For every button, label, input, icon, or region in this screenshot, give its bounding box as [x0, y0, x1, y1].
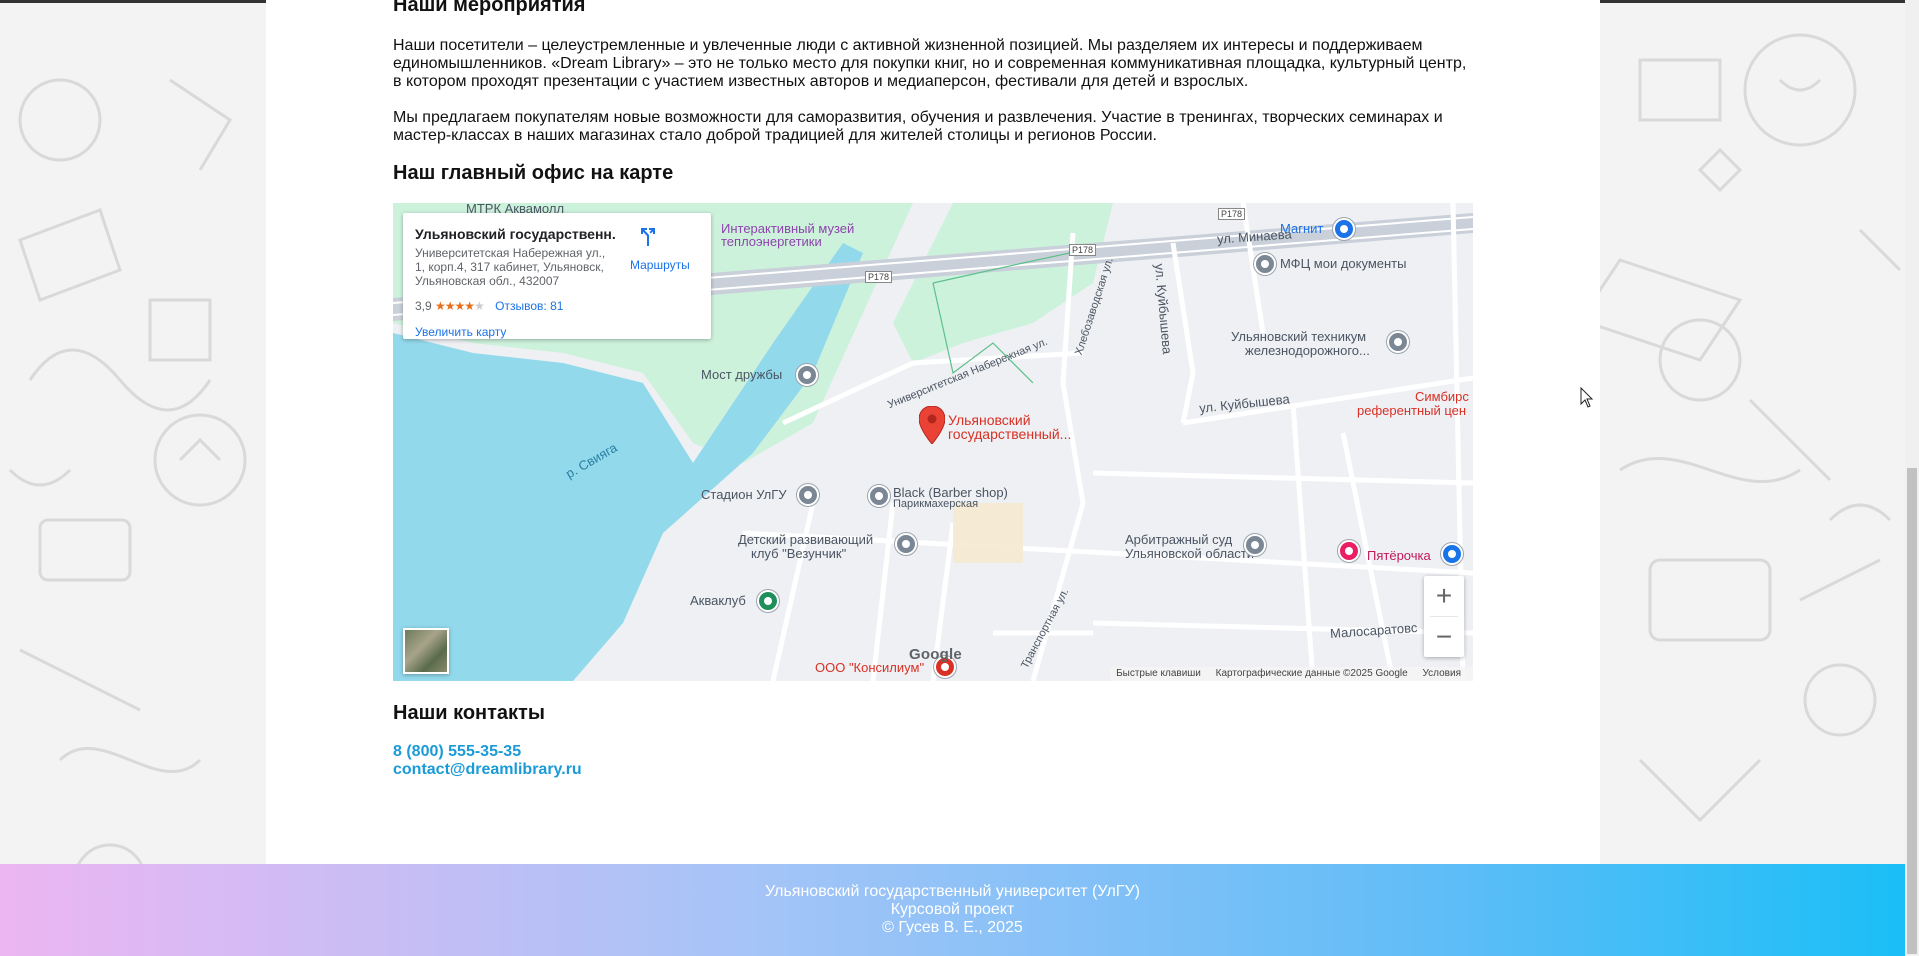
- label-mfc: МФЦ мои документы: [1280, 256, 1407, 271]
- label-kids-2: клуб "Везунчик": [751, 546, 847, 561]
- poi-kids-icon[interactable]: [895, 533, 917, 555]
- rating-value: 3,9: [415, 299, 432, 313]
- place-address-line-3: Ульяновская обл., 432007: [415, 274, 560, 288]
- zoom-controls: + −: [1424, 576, 1464, 657]
- google-logo: Google: [909, 646, 962, 663]
- google-map[interactable]: МТРК Аквамолл Интерактивный музей теплоэ…: [393, 203, 1473, 681]
- terms-link[interactable]: Условия: [1422, 668, 1461, 679]
- office-heading: Наш главный офис на карте: [393, 162, 674, 184]
- map-data-attribution: Картографические данные ©2025 Google: [1215, 668, 1408, 679]
- poi-barber-icon[interactable]: [868, 485, 890, 507]
- directions-link[interactable]: Маршруты: [630, 258, 690, 272]
- marker-label-2: государственный...: [948, 426, 1072, 442]
- poi-stadium-icon[interactable]: [797, 484, 819, 506]
- poi-arbitr-icon[interactable]: [1244, 534, 1266, 556]
- label-arbitr-1: Арбитражный суд: [1125, 532, 1233, 547]
- poi-magnit-icon[interactable]: [1333, 218, 1355, 240]
- enlarge-map-link[interactable]: Увеличить карту: [415, 325, 506, 339]
- label-simbirsk-1: Симбирс: [1415, 389, 1469, 404]
- footer-university: Ульяновский государственный университет …: [765, 883, 1140, 900]
- phone-link[interactable]: 8 (800) 555-35-35: [393, 743, 582, 761]
- page-scrollbar[interactable]: [1905, 0, 1919, 956]
- label-r178-b: P178: [1069, 244, 1097, 256]
- label-stadium: Стадион УлГУ: [701, 487, 787, 502]
- poi-most-icon[interactable]: [796, 364, 818, 386]
- poi-akvaklub-icon[interactable]: [757, 590, 779, 612]
- satellite-toggle-button[interactable]: [403, 628, 449, 674]
- label-akvaklub: Акваклуб: [690, 593, 746, 608]
- place-address-line-1: Университетская Набережная ул.,: [415, 246, 606, 260]
- label-tech-1: Ульяновский техникум: [1231, 329, 1367, 344]
- poi-mfc-icon[interactable]: [1254, 253, 1276, 275]
- zoom-out-button[interactable]: −: [1424, 617, 1464, 657]
- poi-pyaterochka-icon[interactable]: [1338, 540, 1360, 562]
- footer-copyright: © Гусев В. Е., 2025: [882, 919, 1023, 936]
- label-magnit: Магнит: [1280, 221, 1324, 236]
- map-footer: Быстрые клавиши Картографические данные …: [1110, 667, 1473, 681]
- label-kids-1: Детский развивающий: [738, 532, 874, 547]
- events-paragraph-2-line-2: мастер-классах в наших магазинах стало д…: [393, 127, 1157, 144]
- label-r178-c: P178: [1218, 208, 1246, 220]
- events-heading: Наши мероприятия: [393, 0, 586, 16]
- contacts-heading: Наши контакты: [393, 702, 545, 724]
- mouse-cursor-icon: [1580, 387, 1594, 408]
- label-konsilium: ООО "Консилиум": [815, 660, 925, 675]
- poi-tech-icon[interactable]: [1387, 331, 1409, 353]
- footer-project: Курсовой проект: [890, 901, 1015, 918]
- page-footer: Ульяновский государственный университет …: [0, 864, 1905, 956]
- events-paragraph-2-line-1: Мы предлагаем покупателям новые возможно…: [393, 109, 1443, 126]
- zoom-in-button[interactable]: +: [1424, 576, 1464, 616]
- label-arbitr-2: Ульяновской области: [1125, 546, 1255, 561]
- label-r178-a: P178: [865, 271, 893, 283]
- shortcuts-link[interactable]: Быстрые клавиши: [1116, 668, 1201, 679]
- events-paragraph-1-line-2: единомышленников. «Dream Library» – это …: [393, 55, 1467, 72]
- label-barber-2: Парикмахерская: [893, 498, 979, 510]
- label-most: Мост дружбы: [701, 367, 783, 382]
- email-link[interactable]: contact@dreamlibrary.ru: [393, 761, 582, 779]
- scrollbar-thumb[interactable]: [1907, 468, 1917, 954]
- events-paragraph-1-line-3: в котором проходят презентации с участие…: [393, 73, 1249, 90]
- label-pyaterochka: Пятёрочка: [1367, 548, 1431, 563]
- label-museum-2: теплоэнергетики: [721, 234, 822, 249]
- place-title: Ульяновский государственн...: [415, 226, 615, 242]
- location-marker-icon[interactable]: [919, 406, 945, 444]
- poi-lock-icon[interactable]: [1441, 543, 1463, 565]
- rating-stars-icon: ★★★★★: [435, 299, 485, 313]
- events-paragraph-1-line-1: Наши посетители – целеустремленные и увл…: [393, 37, 1423, 54]
- place-rating: 3,9 ★★★★★ Отзывов: 81: [415, 299, 563, 313]
- directions-icon[interactable]: [636, 225, 660, 249]
- place-address-line-2: 1, корп.4, 317 кабинет, Ульяновск,: [415, 260, 604, 274]
- place-info-card: Ульяновский государственн... Университет…: [403, 213, 711, 339]
- reviews-link[interactable]: Отзывов: 81: [495, 299, 563, 313]
- place-address: Университетская Набережная ул., 1, корп.…: [415, 246, 615, 288]
- label-simbirsk-2: референтный цен: [1357, 403, 1467, 418]
- label-tech-2: железнодорожного...: [1245, 343, 1370, 358]
